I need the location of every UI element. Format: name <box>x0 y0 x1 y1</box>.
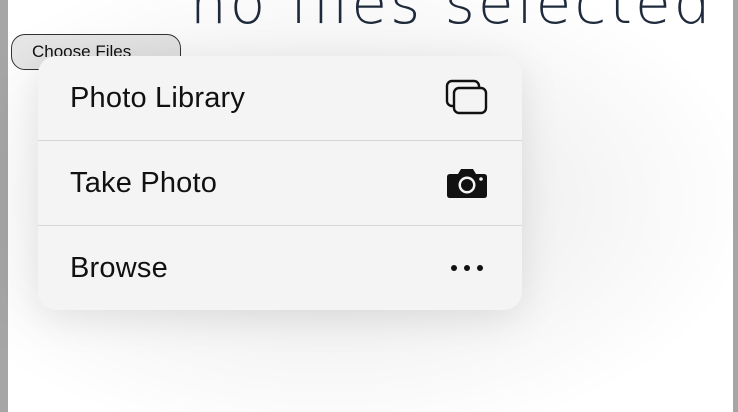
menu-item-label: Browse <box>70 251 168 284</box>
menu-item-label: Photo Library <box>70 81 246 114</box>
more-ellipsis-icon <box>444 245 490 291</box>
file-source-menu: Photo Library Take Photo Browse <box>38 56 522 310</box>
menu-item-take-photo[interactable]: Take Photo <box>38 141 522 226</box>
menu-item-browse[interactable]: Browse <box>38 226 522 310</box>
menu-item-photo-library[interactable]: Photo Library <box>38 56 522 141</box>
photo-library-icon <box>444 75 490 121</box>
menu-item-label: Take Photo <box>70 166 218 199</box>
camera-icon <box>444 160 490 206</box>
no-files-selected-text: no files selected <box>190 0 714 37</box>
